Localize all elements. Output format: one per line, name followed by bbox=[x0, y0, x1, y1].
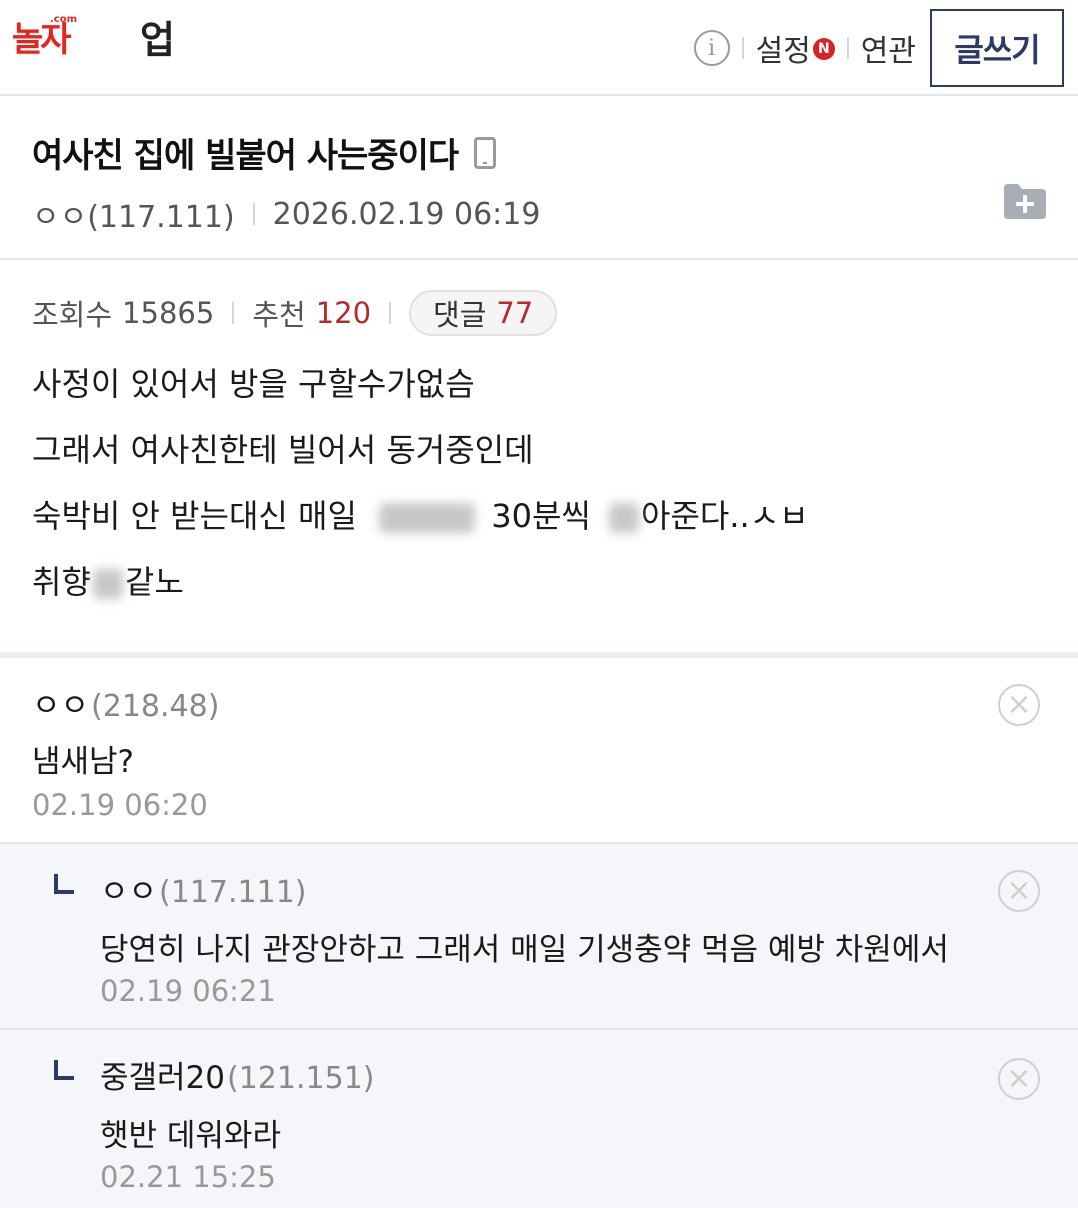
comment-text: 당연히 나지 관장안하고 그래서 매일 기생충약 먹음 예방 차원에서 bbox=[100, 932, 949, 968]
body-text-segment: 아준다..ㅅㅂ bbox=[641, 497, 809, 535]
comment-item: ㅇㅇ (218.48) 냄새남? 02.19 06:20 × bbox=[0, 658, 1078, 844]
post-datetime: 2026.02.19 06:19 bbox=[272, 196, 541, 232]
delete-icon[interactable]: × bbox=[998, 1058, 1040, 1100]
comments-label: 댓글 bbox=[433, 298, 487, 332]
logo-brand-small-text: .com bbox=[50, 14, 78, 25]
reply-item: ㅇㅇ (117.111) 당연히 나지 관장안하고 그래서 매일 기생충약 먹음… bbox=[0, 844, 1078, 1030]
comment-ip: (117.111) bbox=[159, 875, 307, 910]
reply-arrow-icon bbox=[54, 874, 74, 894]
settings-label: 설정 bbox=[755, 34, 811, 69]
body-text-segment: 숙박비 안 받는대신 매일 bbox=[32, 497, 357, 535]
body-line: 사정이 있어서 방을 구할수가없슴 bbox=[32, 365, 475, 403]
comment-nick[interactable]: 중갤러20 bbox=[100, 1052, 225, 1097]
post-body: 사정이 있어서 방을 구할수가없슴 그래서 여사친한테 빌어서 동거중인데 숙박… bbox=[32, 358, 1052, 622]
comment-nick[interactable]: ㅇㅇ bbox=[32, 680, 89, 725]
body-line: 취향 같노 bbox=[32, 556, 1052, 622]
header-separator bbox=[846, 37, 849, 59]
body-line: 숙박비 안 받는대신 매일 30분씩 아준다..ㅅㅂ bbox=[32, 490, 1052, 556]
body-line: 그래서 여사친한테 빌어서 동거중인데 bbox=[32, 431, 534, 469]
comment-header: ㅇㅇ (117.111) bbox=[100, 866, 307, 911]
top-header: 놀자 .com 업 i 설정 N 연관 글쓰기 bbox=[0, 0, 1078, 96]
reply-arrow-icon bbox=[54, 1060, 74, 1080]
blurred-censor bbox=[379, 503, 476, 533]
write-button[interactable]: 글쓰기 bbox=[930, 9, 1064, 87]
settings-link[interactable]: 설정 N bbox=[756, 26, 835, 70]
header-separator bbox=[741, 37, 744, 59]
comment-date: 02.19 06:20 bbox=[32, 788, 208, 822]
reply-item: 중갤러20 (121.151) 햇반 데워와라 02.21 15:25 × bbox=[0, 1030, 1078, 1208]
body-text-segment: 같노 bbox=[124, 563, 184, 601]
mobile-icon bbox=[474, 136, 497, 169]
post-stats: 조회수 15865 추천 120 댓글 77 bbox=[32, 290, 558, 336]
meta-separator bbox=[252, 203, 255, 225]
comment-date: 02.19 06:21 bbox=[100, 974, 276, 1008]
views-count: 15865 bbox=[122, 296, 215, 330]
comment-ip: (121.151) bbox=[227, 1061, 375, 1096]
blurred-censor bbox=[609, 503, 640, 533]
blurred-censor bbox=[92, 569, 123, 599]
post-author[interactable]: ㅇㅇ(117.111) bbox=[32, 192, 235, 236]
comments-count: 77 bbox=[496, 296, 534, 330]
post-title-block: 여사친 집에 빌붙어 사는중이다 ㅇㅇ(117.111) 2026.02.19 … bbox=[0, 98, 1078, 260]
stats-separator bbox=[389, 302, 392, 324]
folder-add-icon[interactable] bbox=[1002, 182, 1048, 220]
logo-suffix-text: 업 bbox=[140, 18, 175, 62]
new-badge: N bbox=[812, 38, 835, 60]
site-logo[interactable]: 놀자 .com 업 bbox=[12, 14, 182, 64]
header-actions: i 설정 N 연관 글쓰기 bbox=[693, 0, 1064, 96]
comment-nick[interactable]: ㅇㅇ bbox=[100, 866, 157, 911]
body-text-segment: 30분씩 bbox=[491, 497, 591, 535]
comment-header: 중갤러20 (121.151) bbox=[100, 1052, 374, 1097]
comment-ip: (218.48) bbox=[91, 689, 220, 724]
stats-separator bbox=[232, 302, 235, 324]
recommend-label: 추천 bbox=[252, 298, 306, 332]
delete-icon[interactable]: × bbox=[998, 684, 1040, 726]
comment-header: ㅇㅇ (218.48) bbox=[32, 680, 219, 725]
comment-count-button[interactable]: 댓글 77 bbox=[409, 290, 558, 336]
related-link[interactable]: 연관 bbox=[861, 26, 916, 70]
logo-brand-text: 놀자 bbox=[12, 20, 72, 60]
comment-date: 02.21 15:25 bbox=[100, 1160, 276, 1194]
info-icon[interactable]: i bbox=[693, 30, 730, 66]
views-label: 조회수 bbox=[32, 298, 113, 332]
comment-text: 햇반 데워와라 bbox=[100, 1118, 281, 1154]
post-title: 여사친 집에 빌붙어 사는중이다 bbox=[32, 128, 497, 177]
body-text-segment: 취향 bbox=[32, 563, 91, 601]
post-meta: ㅇㅇ(117.111) 2026.02.19 06:19 bbox=[32, 192, 540, 236]
delete-icon[interactable]: × bbox=[998, 870, 1040, 912]
post-title-text: 여사친 집에 빌붙어 사는중이다 bbox=[32, 136, 459, 176]
comment-text: 냄새남? bbox=[32, 744, 135, 780]
recommend-count: 120 bbox=[315, 296, 372, 330]
